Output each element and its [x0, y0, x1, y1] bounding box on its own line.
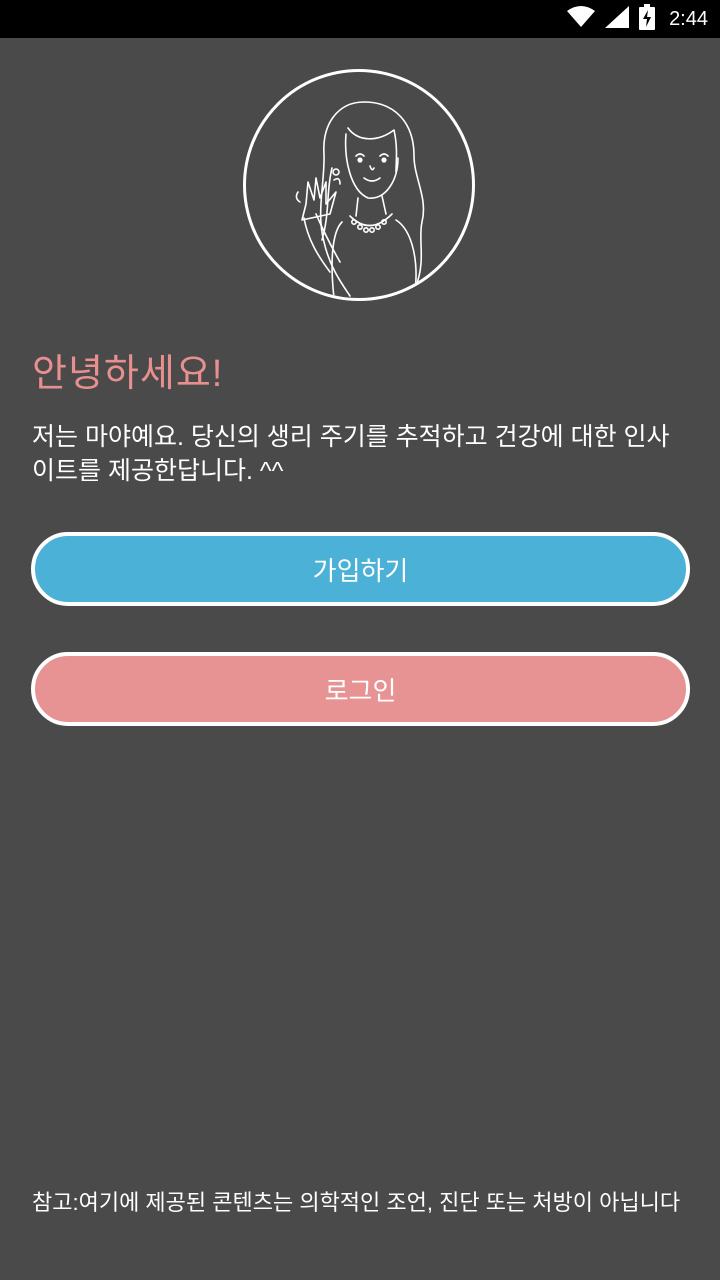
status-icons: 2:44	[567, 0, 708, 38]
greeting-heading: 안녕하세요!	[32, 353, 224, 395]
status-time: 2:44	[669, 7, 708, 30]
login-button[interactable]: 로그인	[31, 652, 690, 726]
status-bar: 2:44	[0, 0, 720, 38]
login-button-label: 로그인	[324, 675, 397, 706]
signup-button-label: 가입하기	[312, 555, 409, 586]
maya-avatar	[243, 69, 475, 301]
intro-text: 저는 마야예요. 당신의 생리 주기를 추적하고 건강에 대한 인사이트를 제공…	[32, 423, 670, 485]
welcome-screen: 2:44 안녕하세요! 저는 마야예요. 당신의 생리 주기를 추적하고 건강에…	[0, 0, 720, 1280]
waving-woman-illustration	[295, 101, 425, 298]
signup-button[interactable]: 가입하기	[31, 532, 690, 606]
signal-icon	[605, 6, 630, 32]
wifi-icon	[567, 6, 596, 32]
disclaimer-text: 참고:여기에 제공된 콘텐츠는 의학적인 조언, 진단 또는 처방이 아닙니다	[32, 1190, 681, 1215]
battery-charging-icon	[639, 4, 656, 34]
